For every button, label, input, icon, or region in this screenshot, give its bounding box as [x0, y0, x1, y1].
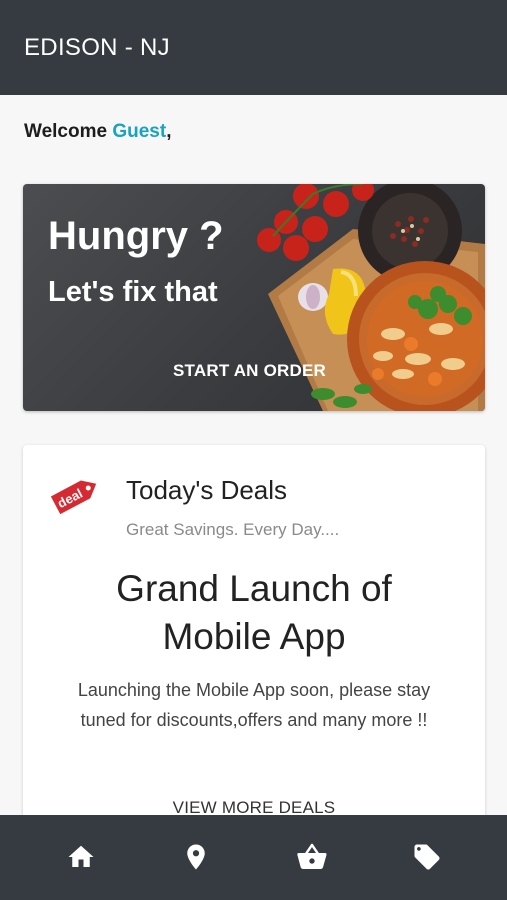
- basket-icon: [297, 843, 327, 869]
- store-location-title[interactable]: EDISON - NJ: [24, 34, 170, 62]
- user-name[interactable]: Guest: [112, 121, 166, 142]
- welcome-prefix: Welcome: [24, 121, 113, 142]
- welcome-message: Welcome Guest,: [24, 121, 172, 143]
- tag-icon: [414, 844, 440, 870]
- home-icon: [68, 845, 94, 867]
- deal-description-line-2: tuned for discounts,offers and many more…: [80, 710, 428, 730]
- app-header: EDISON - NJ: [0, 0, 507, 95]
- deal-description-line-1: Launching the Mobile App soon, please st…: [77, 680, 431, 700]
- deal-tag-icon: deal: [50, 480, 97, 515]
- welcome-suffix: ,: [166, 121, 172, 142]
- deal-description: Launching the Mobile App soon, please st…: [43, 675, 465, 735]
- nav-deals[interactable]: [407, 837, 447, 877]
- hero-subheading: Let's fix that: [48, 276, 218, 308]
- nav-locations[interactable]: [176, 837, 216, 877]
- location-pin-icon: [187, 844, 205, 870]
- hero-banner[interactable]: Hungry ? Let's fix that START AN ORDER: [23, 184, 485, 411]
- hero-heading: Hungry ?: [48, 214, 224, 258]
- deals-subtitle: Great Savings. Every Day....: [126, 520, 340, 539]
- deal-headline-line-1: Grand Launch of: [116, 568, 392, 609]
- deals-card: deal Today's Deals Great Savings. Every …: [23, 445, 485, 865]
- nav-home[interactable]: [61, 837, 101, 877]
- start-order-button[interactable]: START AN ORDER: [173, 361, 326, 381]
- nav-cart[interactable]: [292, 837, 332, 877]
- deal-headline: Grand Launch of Mobile App: [23, 565, 485, 661]
- bottom-navigation: [0, 815, 507, 900]
- deals-title: Today's Deals: [126, 475, 288, 505]
- deal-headline-line-2: Mobile App: [162, 616, 346, 657]
